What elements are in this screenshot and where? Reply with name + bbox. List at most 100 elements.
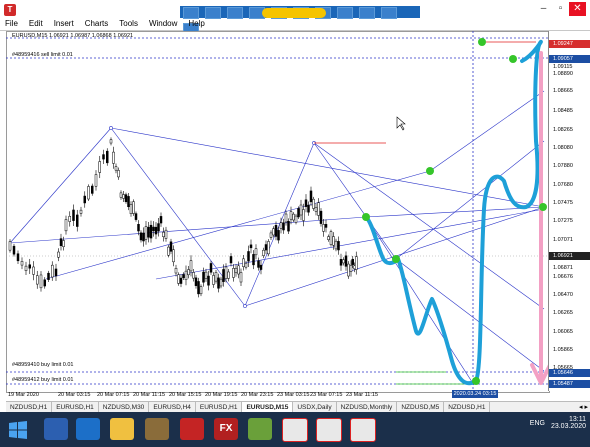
candle-body xyxy=(254,248,258,256)
candle-body xyxy=(234,267,238,274)
candle-body xyxy=(204,271,208,279)
time-axis[interactable]: 19 Mar 2020 20 Mar 03:15 20 Mar 07:15 20… xyxy=(6,391,548,401)
menu-help[interactable]: Help xyxy=(187,19,205,28)
time-label: 20 Mar 11:15 xyxy=(133,392,166,398)
candle-body xyxy=(169,241,173,252)
candle-body xyxy=(91,185,94,194)
price-label: 1.07680 xyxy=(553,182,573,188)
candle-body xyxy=(152,226,155,232)
candle-body xyxy=(47,272,50,280)
app-icon-green[interactable] xyxy=(248,418,272,440)
toolbar-button[interactable] xyxy=(205,7,221,19)
toolbar-button[interactable] xyxy=(227,7,243,19)
candle-body xyxy=(297,208,300,218)
close-button[interactable]: ✕ xyxy=(569,2,586,16)
candle-body xyxy=(12,245,16,255)
candle-body xyxy=(36,275,39,285)
candle-body xyxy=(269,232,273,238)
price-box-current: 1.06921 xyxy=(549,252,590,260)
candle-body xyxy=(355,256,358,270)
windows-start-icon[interactable] xyxy=(8,420,28,440)
app-icon[interactable]: T xyxy=(4,4,16,16)
price-axis[interactable]: 1.09115 1.08890 1.08665 1.08485 1.08265 … xyxy=(548,31,590,391)
candle-body xyxy=(244,262,248,268)
candle-body xyxy=(322,224,325,232)
menu-tools[interactable]: Tools xyxy=(118,19,139,28)
pattern-point xyxy=(109,126,113,130)
maximize-button[interactable]: ▫ xyxy=(552,2,569,16)
menu-edit[interactable]: Edit xyxy=(28,19,44,28)
fx-app-icon[interactable]: FX xyxy=(214,418,238,440)
candle-body xyxy=(194,277,198,286)
clock-time[interactable]: 13:11 xyxy=(551,416,586,423)
powershell-icon[interactable] xyxy=(76,418,100,440)
language-indicator[interactable]: ENG xyxy=(530,420,545,427)
candle-body xyxy=(139,232,143,241)
candle-body xyxy=(199,286,203,295)
toolbar-button[interactable] xyxy=(183,7,199,19)
candle-body xyxy=(317,202,320,216)
candle-body xyxy=(124,194,128,203)
candle-body xyxy=(257,260,260,268)
candle-body xyxy=(232,268,235,278)
time-label: 20 Mar 03:15 xyxy=(58,392,91,398)
pattern-line xyxy=(395,140,545,260)
trading-app-icon[interactable] xyxy=(180,418,204,440)
server-manager-icon[interactable] xyxy=(44,418,68,440)
app-icon-brown[interactable] xyxy=(145,418,169,440)
toolbar-button[interactable] xyxy=(337,7,353,19)
candle-body xyxy=(351,258,354,265)
price-label: 1.07071 xyxy=(553,237,573,243)
candle-body xyxy=(106,150,109,164)
candle-body xyxy=(252,254,255,266)
pattern-line xyxy=(365,216,475,386)
candle-body xyxy=(307,204,310,213)
candle-body xyxy=(43,279,46,287)
terminal-icon[interactable] xyxy=(282,418,308,442)
menu-window[interactable]: Window xyxy=(148,19,178,28)
chart-canvas[interactable] xyxy=(6,31,548,391)
candle-body xyxy=(162,231,165,237)
pattern-line xyxy=(110,127,545,208)
price-box-sell-limit: 1.09057 xyxy=(549,55,590,63)
candle-body xyxy=(20,261,24,266)
candle-body xyxy=(137,224,140,232)
menu-charts[interactable]: Charts xyxy=(84,19,110,28)
candle-body xyxy=(324,224,328,228)
candle-body xyxy=(64,219,68,232)
green-marker xyxy=(478,38,486,46)
green-marker xyxy=(426,167,434,175)
price-label: 1.06470 xyxy=(553,292,573,298)
candle-body xyxy=(264,244,268,251)
candle-body xyxy=(189,260,193,272)
candle-body xyxy=(8,241,12,251)
toolbar-button[interactable] xyxy=(359,7,375,19)
clock-date[interactable]: 23.03.2020 xyxy=(551,423,586,430)
green-marker xyxy=(362,213,370,221)
candle-body xyxy=(262,249,265,256)
menu-file[interactable]: File xyxy=(4,19,19,28)
candle-body xyxy=(282,222,285,231)
green-marker xyxy=(392,255,400,263)
green-marker xyxy=(539,203,547,211)
terminal-icon[interactable] xyxy=(350,418,376,442)
toolbar-button[interactable] xyxy=(381,7,397,19)
candle-body xyxy=(202,271,205,283)
terminal-icon[interactable] xyxy=(316,418,342,442)
candle-body xyxy=(83,195,86,204)
tab-scroll-arrows[interactable]: ◂ ▸ xyxy=(579,403,588,411)
symbol-ohlc-label: EURUSD,M15 1.06921 1.06987 1.06868 1.069… xyxy=(12,33,134,39)
candle-body xyxy=(334,240,338,250)
candle-body xyxy=(237,265,240,275)
time-label: 23 Mar 03:15 xyxy=(277,392,310,398)
menu-insert[interactable]: Insert xyxy=(53,19,75,28)
candle-body xyxy=(332,236,335,246)
file-explorer-icon[interactable] xyxy=(110,418,134,440)
candle-body xyxy=(16,253,20,262)
minimize-button[interactable]: – xyxy=(535,2,552,16)
candle-body xyxy=(227,271,230,279)
highlight-mark xyxy=(262,8,326,18)
candle-body xyxy=(299,204,303,216)
candle-body xyxy=(329,231,333,245)
candle-body xyxy=(209,263,213,273)
